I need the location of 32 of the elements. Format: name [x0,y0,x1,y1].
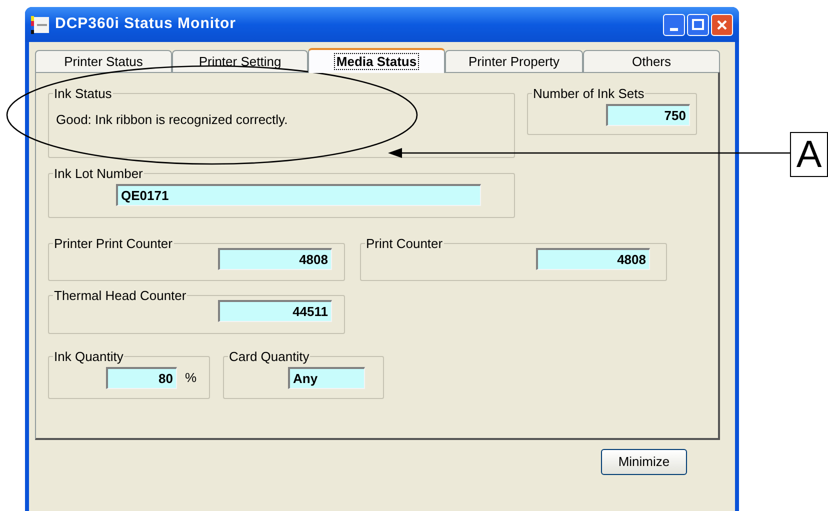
value-field[interactable]: Any [288,367,365,389]
value-field[interactable]: 4808 [218,248,332,270]
group-label: Number of Ink Sets [532,86,646,101]
group-label: Ink Lot Number [53,166,144,181]
group-label: Printer Print Counter [53,236,174,251]
tab[interactable]: Printer Setting [172,50,308,72]
maximize-icon [692,19,704,30]
minimize-icon [670,28,678,30]
value-field[interactable]: 80 [106,367,177,389]
tab[interactable]: Printer Status [35,50,172,72]
minimize-app-button[interactable]: Minimize [601,449,687,475]
status-message: Good: Ink ribbon is recognized correctly. [56,111,289,129]
group-label: Card Quantity [228,349,310,364]
maximize-button[interactable] [687,14,709,36]
value-field[interactable]: 44511 [218,300,332,322]
close-icon [716,18,728,30]
group-label: Thermal Head Counter [53,288,188,303]
group-label: Print Counter [365,236,444,251]
value-field[interactable]: 750 [606,104,690,126]
unit-label: % [185,369,197,388]
tab[interactable]: Others [583,50,720,72]
close-button[interactable] [711,14,733,36]
callout-label: A [790,132,828,177]
tab[interactable]: Printer Property [445,50,583,72]
window-title: DCP360i Status Monitor [55,14,236,34]
value-field[interactable]: 4808 [536,248,650,270]
group-label: Ink Quantity [53,349,124,364]
value-field[interactable]: QE0171 [116,184,481,206]
app-icon [31,16,49,34]
tab[interactable]: Media Status [308,48,445,73]
minimize-button[interactable] [663,14,685,36]
group-label: Ink Status [53,86,113,101]
